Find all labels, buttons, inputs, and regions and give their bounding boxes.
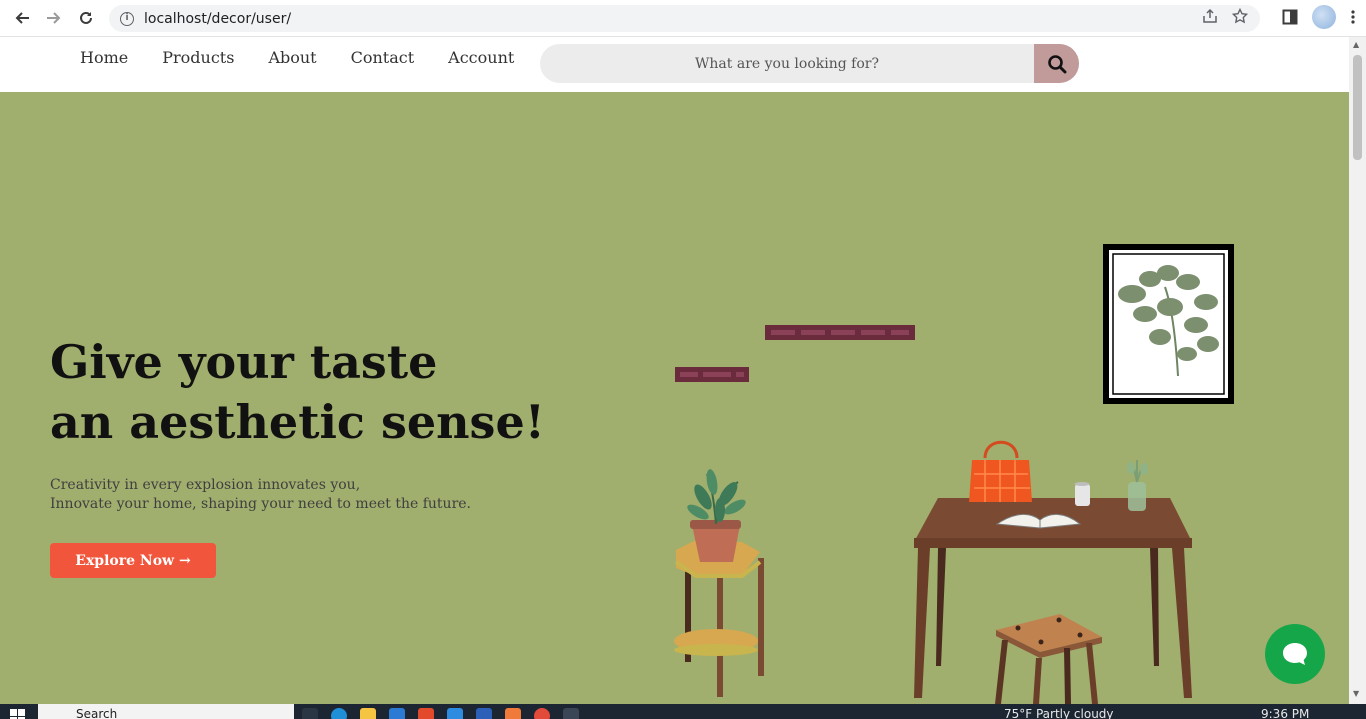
browser-toolbar: i localhost/decor/user/	[0, 0, 1366, 37]
forward-button[interactable]	[38, 2, 70, 34]
brave-icon[interactable]	[418, 708, 434, 719]
hero-subtitle-line-1: Creativity in every explosion innovates …	[50, 477, 361, 493]
taskbar-search[interactable]: Search	[38, 704, 294, 719]
page-scrollbar[interactable]: ▲ ▼	[1349, 37, 1366, 704]
nav-products[interactable]: Products	[162, 48, 234, 67]
windows-start-icon[interactable]	[10, 709, 26, 719]
hero-subtitle-line-2: Innovate your home, shaping your need to…	[50, 496, 471, 512]
hero-title: Give your taste an aesthetic sense!	[50, 332, 545, 452]
taskbar-apps	[302, 708, 579, 719]
taskbar-search-label: Search	[76, 707, 118, 719]
search-bar	[540, 44, 1079, 83]
nav-account[interactable]: Account	[448, 48, 514, 67]
chrome-icon[interactable]	[534, 708, 550, 719]
arrow-right-icon	[47, 12, 61, 24]
orange-bag	[969, 440, 1032, 502]
taskbar-weather[interactable]: 75°F Partly cloudy	[1004, 707, 1114, 719]
task-view-icon[interactable]	[302, 708, 318, 719]
file-explorer-icon[interactable]	[360, 708, 376, 719]
search-button[interactable]	[1034, 44, 1079, 83]
scrollbar-thumb[interactable]	[1353, 55, 1362, 160]
back-button[interactable]	[6, 2, 38, 34]
address-bar[interactable]: i localhost/decor/user/	[109, 5, 1260, 32]
hero-title-line-2: an aesthetic sense!	[50, 395, 545, 449]
site-header: Home Products About Contact Account	[0, 37, 1349, 92]
info-icon[interactable]: i	[120, 11, 134, 26]
hero-title-line-1: Give your taste	[50, 335, 438, 389]
vscode-icon[interactable]	[447, 708, 463, 719]
main-nav: Home Products About Contact Account	[80, 48, 514, 67]
scroll-down-arrow-icon[interactable]: ▼	[1353, 689, 1359, 698]
taskbar-clock[interactable]: 9:36 PM	[1261, 707, 1309, 719]
active-app-icon[interactable]	[563, 708, 579, 719]
arrow-left-icon	[15, 12, 29, 24]
cup	[1074, 482, 1090, 506]
search-icon	[1047, 54, 1066, 73]
nav-home[interactable]: Home	[80, 48, 128, 67]
kebab-menu-icon[interactable]	[1350, 9, 1356, 25]
scroll-up-arrow-icon[interactable]: ▲	[1353, 40, 1359, 49]
profile-avatar[interactable]	[1312, 5, 1336, 29]
desk	[914, 498, 1192, 698]
nav-about[interactable]: About	[268, 48, 316, 67]
xampp-icon[interactable]	[505, 708, 521, 719]
star-icon[interactable]	[1232, 8, 1248, 24]
stool	[995, 614, 1102, 704]
nav-contact[interactable]: Contact	[351, 48, 415, 67]
chat-button[interactable]	[1265, 624, 1325, 684]
hero-subtitle: Creativity in every explosion innovates …	[50, 476, 471, 514]
windows-taskbar: Search 75°F Partly cloudy 9:36 PM	[0, 704, 1366, 719]
plant-stand	[674, 469, 764, 697]
chat-bubble-icon	[1283, 643, 1307, 665]
word-icon[interactable]	[476, 708, 492, 719]
wall-shelf-lower	[675, 367, 749, 382]
mail-icon[interactable]	[389, 708, 405, 719]
share-icon[interactable]	[1202, 8, 1218, 24]
edge-icon[interactable]	[331, 708, 347, 719]
search-input[interactable]	[540, 44, 1034, 83]
reload-icon	[80, 11, 92, 24]
vase	[1127, 460, 1148, 511]
reload-button[interactable]	[70, 2, 102, 34]
side-panel-icon[interactable]	[1282, 9, 1298, 25]
explore-now-button[interactable]: Explore Now →	[50, 543, 216, 578]
framed-picture	[1103, 244, 1234, 404]
url-text: localhost/decor/user/	[144, 10, 292, 27]
hero-section: Give your taste an aesthetic sense! Crea…	[0, 92, 1349, 704]
wall-shelf-upper	[765, 325, 915, 340]
